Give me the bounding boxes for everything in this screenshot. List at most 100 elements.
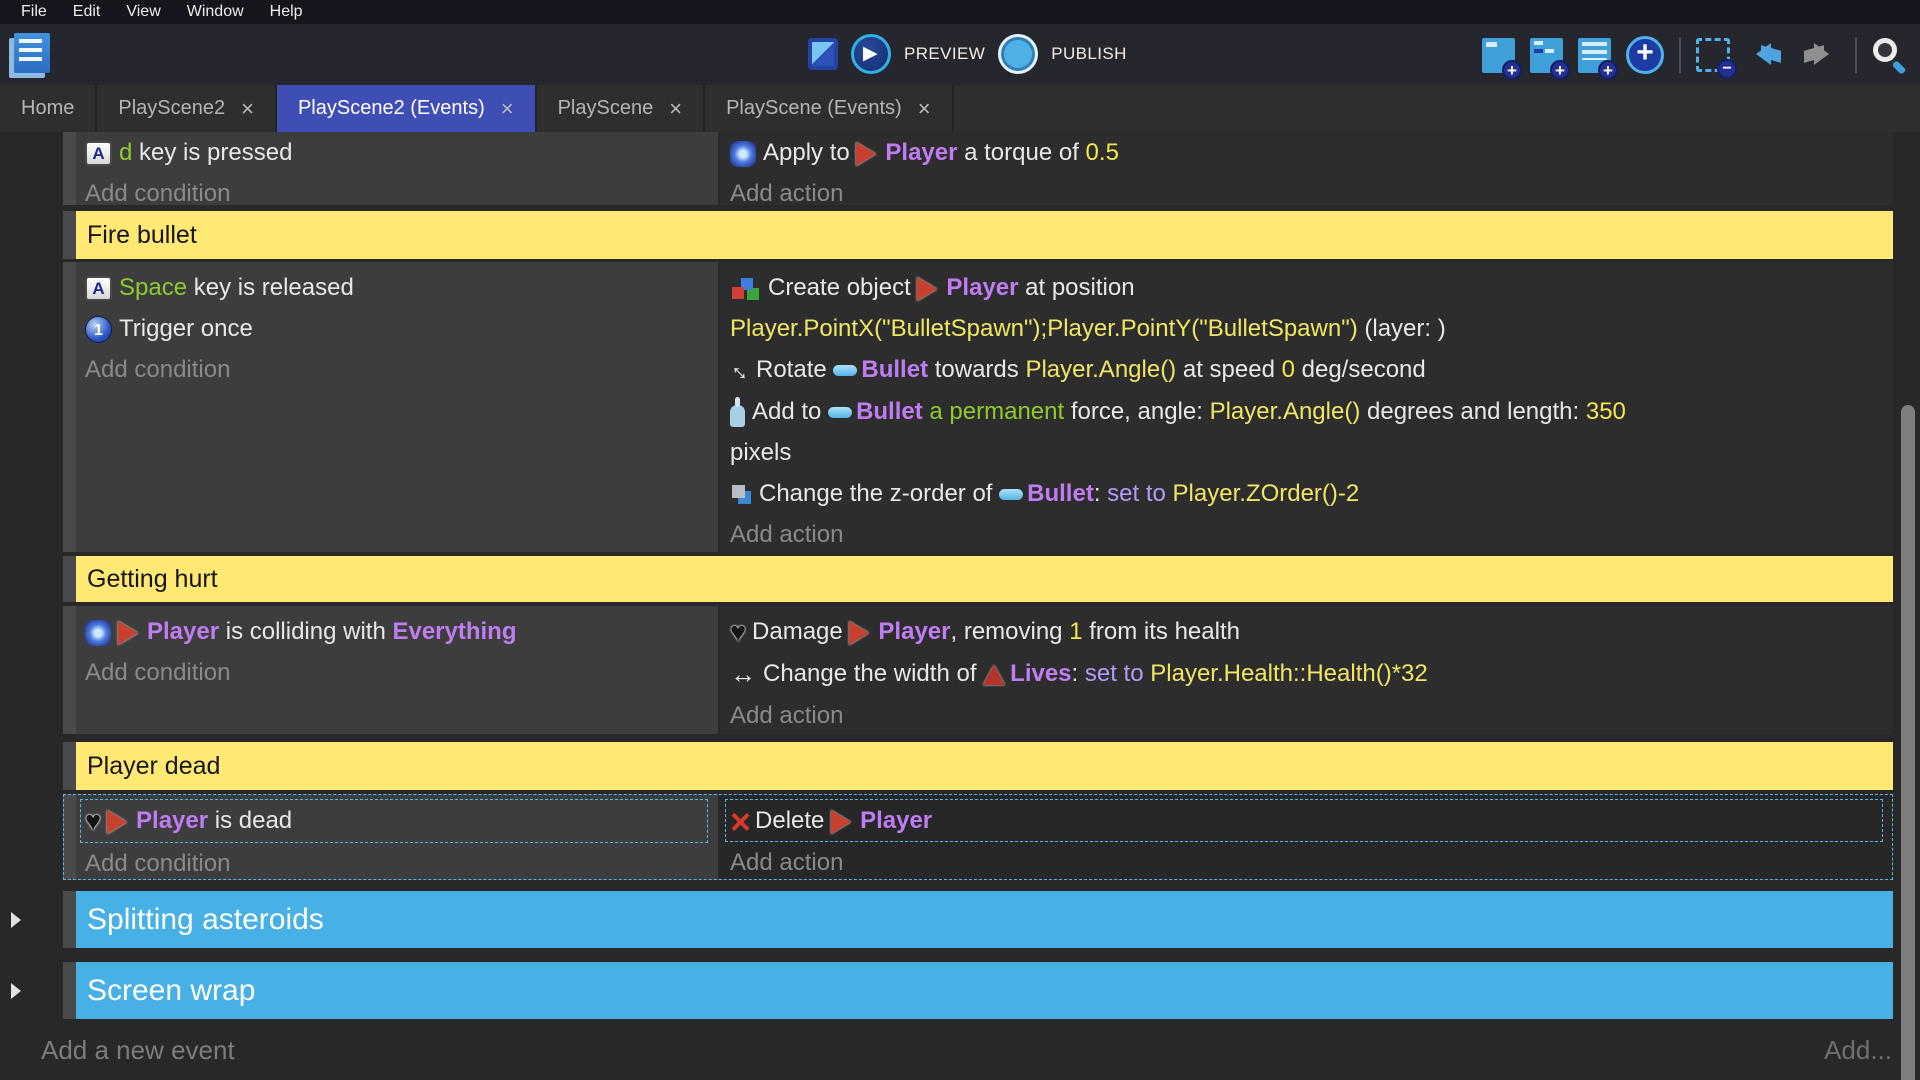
tab-playscene2-events[interactable]: PlayScene2 (Events) × (277, 85, 537, 132)
event-drag-handle[interactable] (63, 132, 76, 205)
action-line[interactable]: Create object Player at positionPlayer.P… (730, 267, 1880, 349)
condition-line[interactable]: Player is colliding with Everything (85, 611, 718, 652)
event-drag-handle[interactable] (63, 606, 76, 734)
actions-list: ♥Damage Player, removing 1 from its heal… (730, 611, 1893, 695)
condition-line[interactable]: ♥Player is dead (85, 800, 707, 842)
event-drag-handle[interactable] (63, 794, 76, 880)
group-drag-handle[interactable] (63, 891, 76, 948)
tab-playscene2[interactable]: PlayScene2 × (97, 85, 277, 132)
tab-label: PlayScene2 (Events) (298, 97, 485, 120)
menu-edit[interactable]: Edit (60, 0, 114, 24)
add-action-button[interactable]: Add action (730, 842, 1893, 880)
add-subevent-icon[interactable] (1530, 38, 1563, 73)
actions-cell: ♥Damage Player, removing 1 from its heal… (720, 606, 1893, 734)
tab-playscene[interactable]: PlayScene× (537, 85, 705, 132)
tab-close-icon[interactable]: × (669, 99, 682, 119)
condition-line[interactable]: Ad key is pressed (85, 132, 718, 173)
actions-cell: Apply to Player a torque of 0.5Add actio… (720, 132, 1893, 205)
vertical-scrollbar[interactable] (1901, 405, 1915, 1080)
publish-globe-icon[interactable] (998, 34, 1038, 74)
player-object-icon (107, 810, 127, 834)
add-more-button[interactable]: Add... (1824, 1035, 1892, 1066)
publish-button[interactable]: PUBLISH (1051, 44, 1127, 64)
text-segment: Change the z-order of (759, 480, 999, 507)
menu-window[interactable]: Window (174, 0, 257, 24)
conditions-cell: Player is colliding with EverythingAdd c… (76, 606, 718, 734)
add-condition-button[interactable]: Add condition (85, 173, 718, 205)
tab-close-icon[interactable]: × (501, 99, 514, 119)
event-row: ♥Player is deadAdd condition ×Delete Play… (63, 794, 1893, 880)
text-segment: Lives (1010, 660, 1071, 687)
text-segment: at position (1018, 274, 1134, 301)
collapse-arrow-icon[interactable] (11, 983, 21, 999)
event-group-header[interactable]: Fire bullet (63, 211, 1893, 259)
action-line[interactable]: Change the z-order of Bullet: set to Pla… (730, 473, 1880, 514)
add-new-event-button[interactable]: Add a new event (41, 1035, 235, 1066)
bullet-object-icon (833, 365, 857, 376)
text-segment: set to (1085, 660, 1150, 687)
add-action-button[interactable]: Add action (730, 173, 1893, 205)
event-group-header[interactable]: Splitting asteroids (63, 891, 1893, 948)
search-icon[interactable] (1872, 37, 1908, 73)
event-group-header[interactable]: Screen wrap (63, 962, 1893, 1019)
event-group-header[interactable]: Getting hurt (63, 556, 1893, 602)
debug-icon[interactable] (808, 38, 838, 70)
add-condition-button[interactable]: Add condition (85, 652, 718, 693)
text-segment: towards (928, 356, 1025, 383)
redo-icon[interactable] (1800, 40, 1840, 70)
add-other-event-icon[interactable] (1626, 36, 1664, 74)
collapse-arrow-icon[interactable] (11, 912, 21, 928)
keyboard-key-icon: A (85, 141, 112, 166)
text-segment: a permanent (923, 398, 1064, 425)
text-segment: 0 (1282, 356, 1295, 383)
event-group-header[interactable]: Player dead (63, 742, 1893, 790)
add-comment-icon[interactable] (1578, 38, 1611, 73)
tab-label: Home (21, 97, 74, 120)
physics-icon (85, 620, 111, 646)
condition-line[interactable]: 1Trigger once (85, 308, 718, 349)
menu-file[interactable]: File (8, 0, 60, 24)
tab-label: PlayScene2 (118, 97, 225, 120)
text-segment: is dead (208, 807, 292, 834)
group-drag-handle[interactable] (63, 742, 76, 790)
menu-view[interactable]: View (113, 0, 173, 24)
delete-selection-icon[interactable] (1696, 38, 1730, 72)
tab-close-icon[interactable]: × (241, 99, 254, 119)
actions-list: Apply to Player a torque of 0.5 (730, 132, 1893, 173)
actions-list: Create object Player at positionPlayer.P… (730, 267, 1893, 514)
project-manager-icon[interactable] (14, 33, 50, 73)
action-line[interactable]: ♥Damage Player, removing 1 from its heal… (730, 611, 1880, 653)
action-line[interactable]: ×Delete Player (730, 800, 1880, 841)
action-line[interactable]: Add to Bullet a permanent force, angle: … (730, 391, 1880, 473)
action-line[interactable]: Apply to Player a torque of 0.5 (730, 132, 1880, 173)
text-segment: Everything (392, 618, 516, 645)
event-drag-handle[interactable] (63, 262, 76, 552)
tab-playscene-events[interactable]: PlayScene (Events)× (705, 85, 954, 132)
add-condition-button[interactable]: Add condition (85, 843, 718, 880)
events-sheet: Ad key is pressedAdd conditionApply to P… (0, 132, 1920, 1080)
action-line[interactable]: ↔Rotate Bullet towards Player.Angle() at… (730, 349, 1880, 391)
menu-help[interactable]: Help (257, 0, 316, 24)
tab-close-icon[interactable]: × (918, 99, 931, 119)
add-condition-button[interactable]: Add condition (85, 349, 718, 390)
group-drag-handle[interactable] (63, 211, 76, 259)
action-line[interactable]: ↔Change the width of Lives: set to Playe… (730, 653, 1880, 695)
text-segment: Player.Angle() (1025, 356, 1176, 383)
add-action-button[interactable]: Add action (730, 514, 1893, 552)
text-segment: pixels (730, 439, 791, 466)
condition-line[interactable]: ASpace key is released (85, 267, 718, 308)
add-event-icon[interactable] (1482, 38, 1515, 73)
group-drag-handle[interactable] (63, 962, 76, 1019)
add-action-button[interactable]: Add action (730, 695, 1893, 734)
preview-play-icon[interactable] (851, 34, 891, 74)
heart-icon: ♥ (730, 612, 746, 653)
create-object-icon (732, 287, 744, 299)
tab-home[interactable]: Home (0, 85, 97, 132)
group-drag-handle[interactable] (63, 556, 76, 602)
preview-button[interactable]: PREVIEW (904, 44, 985, 64)
width-icon: ↔ (730, 654, 756, 695)
undo-icon[interactable] (1745, 40, 1785, 70)
player-object-icon (118, 621, 138, 645)
bullet-object-icon (828, 407, 852, 418)
text-segment: Add to (752, 398, 828, 425)
